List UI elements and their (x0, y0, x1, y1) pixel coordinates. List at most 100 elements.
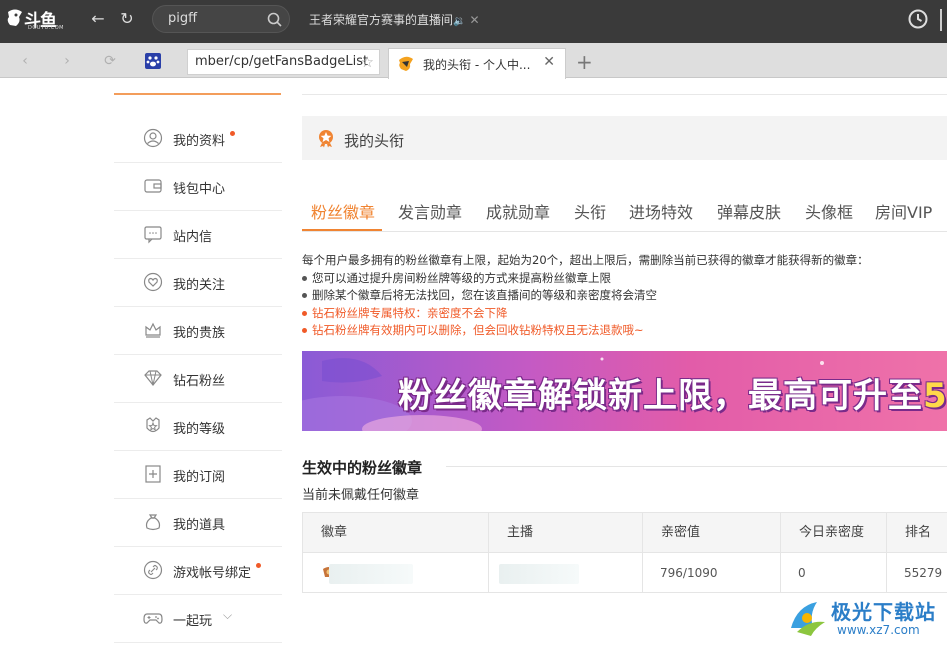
tab-back-icon[interactable]: ‹ (16, 52, 34, 70)
new-tab-button[interactable]: + (576, 50, 593, 74)
level-icon (146, 417, 160, 433)
sidebar-item[interactable]: 钱包中心 (114, 163, 282, 211)
promo-banner[interactable]: 粉丝徽章解锁新上限，最高可升至5 (302, 351, 947, 431)
tab-1[interactable]: 发言勋章 (398, 199, 462, 223)
paw-icon[interactable] (144, 52, 162, 70)
bullet-dot (302, 293, 307, 298)
tab-6[interactable]: 头像框 (805, 199, 853, 223)
sidebar-item[interactable]: 我的等级 (114, 403, 282, 451)
sidebar-item[interactable]: 我的订阅 (114, 451, 282, 499)
watermark-url: www.xz7.com (837, 623, 920, 637)
banner-text-highlight: 5 (923, 376, 947, 416)
tab-title: 我的头衔 - 个人中... (423, 58, 531, 72)
tab-0[interactable]: 粉丝徽章 (311, 199, 375, 223)
sidebar-item[interactable]: 我的贵族 (114, 307, 282, 355)
crown-icon (145, 322, 161, 338)
url-text[interactable]: mber/cp/getFansBadgeList (195, 54, 368, 69)
warning-text: 钻石粉丝牌专属特权：亲密度不会下降 (312, 305, 508, 320)
bullet-dot (302, 310, 307, 316)
warning-text: 钻石粉丝牌有效期内可以删除，但会回收钻粉特权且无法退款哦~ (312, 323, 644, 337)
aurora-logo-icon (791, 602, 825, 636)
heart-icon (143, 272, 163, 292)
intimacy-cell: 796/1090 (643, 553, 781, 593)
live-room-title[interactable]: 王者荣耀官方赛事的直播间🔉 ✕ (309, 11, 480, 28)
sidebar-item[interactable]: 钻石粉丝 (114, 355, 282, 403)
link-icon (143, 560, 163, 580)
sidebar-item-label: 我的贵族 (173, 326, 226, 341)
active-tab-underline (302, 229, 382, 231)
bullet-dot (302, 328, 307, 333)
sidebar-item-label: 一起玩 (173, 614, 213, 629)
sidebar-item[interactable]: 我的道具 (114, 499, 282, 547)
tab-close-icon[interactable]: ✕ (543, 54, 555, 70)
tab-2[interactable]: 成就勋章 (486, 199, 550, 223)
back-arrow-icon[interactable]: ← (88, 9, 108, 29)
fish-logo-icon (7, 9, 22, 26)
tab-4[interactable]: 进场特效 (629, 199, 693, 223)
sidebar-item[interactable]: 我的关注 (114, 259, 282, 307)
page-title: 我的头衔 (344, 132, 405, 150)
tab-forward-icon[interactable]: › (58, 52, 76, 70)
sidebar-item-label: 我的资料 (173, 134, 226, 149)
tab-3[interactable]: 头衔 (574, 199, 606, 223)
sidebar-item[interactable]: 站内信 (114, 211, 282, 259)
section-subtitle: 当前未佩戴任何徽章 (302, 488, 420, 503)
warning-item: 钻石粉丝牌有效期内可以删除，但会回收钻粉特权且无法退款哦~ (302, 322, 947, 340)
logo-subtext: DOUYU.COM (28, 25, 64, 31)
rule-item: 删除某个徽章后将无法找回，您在该直播间的等级和亲密度将会清空 (302, 287, 947, 305)
tab-active[interactable]: 我的头衔 - 个人中... ✕ (388, 48, 566, 79)
col-header-intimacy: 亲密值 (643, 513, 781, 553)
tab-5[interactable]: 弹幕皮肤 (717, 199, 781, 223)
rule-item: 您可以通过提升房间粉丝牌等级的方式来提高粉丝徽章上限 (302, 270, 947, 288)
content-top-divider (302, 94, 947, 95)
badge-rules: 每个用户最多拥有的粉丝徽章有上限，起始为20个，超出上限后，需删除当前已获得的徽… (302, 252, 947, 340)
gamepad-icon (143, 613, 163, 624)
sidebar-item[interactable]: 一起玩 ⌵ (114, 595, 282, 643)
live-room-title-text: 王者荣耀官方赛事的直播间 (309, 13, 454, 27)
tab-7[interactable]: 房间VIP (875, 199, 932, 223)
section-divider (446, 466, 947, 467)
history-clock-icon[interactable] (907, 8, 929, 30)
col-header-streamer: 主播 (489, 513, 643, 553)
blurred-streamer-name (499, 564, 579, 584)
site-watermark: 极光下载站 www.xz7.com (787, 596, 947, 642)
search-icon[interactable] (267, 12, 282, 27)
tab-reload-icon[interactable]: ⟳ (101, 52, 119, 70)
notification-dot (256, 563, 261, 568)
diamond-icon (144, 370, 162, 386)
sidebar-item[interactable]: 游戏帐号绑定 (114, 547, 282, 595)
sidebar-item-label: 站内信 (173, 230, 213, 245)
rule-text: 删除某个徽章后将无法找回，您在该直播间的等级和亲密度将会清空 (312, 288, 657, 302)
blurred-badge-name (329, 564, 413, 584)
sidebar-item[interactable]: 我的资料 (114, 115, 282, 163)
browser-topbar: 斗鱼 DOUYU.COM ← ↻ pigff 王者荣耀官方赛事的直播间🔉 ✕ (0, 0, 947, 43)
notification-dot (230, 131, 235, 136)
watermark-title: 极光下载站 (831, 600, 936, 624)
star-icon[interactable]: ☆ (361, 53, 374, 71)
rank-cell: 55279 (904, 566, 943, 580)
browser-tabbar: ‹ › ⟳ mber/cp/getFansBadgeList ☆ 我的头衔 - … (0, 43, 947, 79)
window-edge (940, 9, 947, 31)
search-box[interactable]: pigff (152, 5, 290, 33)
message-icon (144, 226, 162, 244)
sidebar-menu: 我的资料钱包中心站内信我的关注我的贵族钻石粉丝 我的等级 我的订阅 我的道具 游戏帐号绑… (114, 115, 282, 643)
address-bar[interactable]: mber/cp/getFansBadgeList ☆ (187, 49, 380, 75)
douyu-logo[interactable]: 斗鱼 DOUYU.COM (6, 6, 66, 32)
col-header-badge: 徽章 (303, 513, 489, 553)
page-header: 我的头衔 (302, 116, 947, 160)
sidebar-item-label: 钱包中心 (173, 182, 226, 197)
chevron-down-icon[interactable]: ⌵ (223, 608, 232, 623)
warning-item: 钻石粉丝牌专属特权：亲密度不会下降 (302, 305, 947, 323)
close-icon[interactable]: ✕ (469, 13, 479, 27)
table-row[interactable]: 796/1090 0 55279 (303, 553, 947, 593)
bag-icon (145, 514, 161, 531)
sidebar-item-label: 我的关注 (173, 278, 226, 293)
douyu-favicon-icon (399, 56, 413, 71)
rules-intro: 每个用户最多拥有的粉丝徽章有上限，起始为20个，超出上限后，需删除当前已获得的徽… (302, 253, 869, 267)
refresh-icon[interactable]: ↻ (117, 9, 137, 29)
subscribe-icon (145, 465, 161, 483)
streamer-cell (489, 553, 643, 593)
banner-text: 粉丝徽章解锁新上限，最高可升至5 (398, 368, 947, 417)
search-input[interactable]: pigff (168, 11, 197, 26)
bullet-dot (302, 275, 307, 281)
